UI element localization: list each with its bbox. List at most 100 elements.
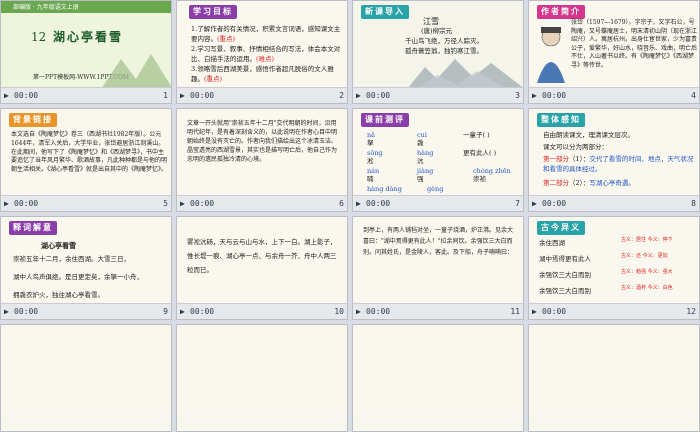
new-meaning: 今义：停下 xyxy=(647,237,673,243)
slide-thumbnail-10[interactable]: 雾凇沆砀，天与云与山与水，上下一白。湖上影子，惟长堤一痕、湖心亭一点、与余舟一芥… xyxy=(176,216,348,320)
play-icon[interactable]: ▶ xyxy=(532,199,537,208)
slide-number: 12 xyxy=(686,307,696,316)
slide-timing: 00:00 xyxy=(190,91,215,100)
play-icon[interactable]: ▶ xyxy=(356,91,361,100)
ink-mountain-decoration xyxy=(101,54,171,89)
slide-number: 5 xyxy=(163,199,168,208)
slide-thumbnail-16[interactable] xyxy=(528,324,700,432)
objective-2: 2.学习写景、叙事、抒情相结合的写法，体会本文对比、白描手法的运用。(难点) xyxy=(191,45,341,64)
slide-thumbnail-7[interactable]: 课前测评 nǎ 拏 cuì 毳 sōng 淞 hàng 沆 nán 喃 jiàn… xyxy=(352,108,524,212)
row-3-text: 余强饮三大白而别 xyxy=(539,271,591,279)
slide-footer: ▶ 00:00 2 xyxy=(177,87,347,103)
passage-text: 到亭上，有两人铺毡对坐，一童子烧酒，炉正沸。见余大喜曰："湖中焉得更有此人！"拉… xyxy=(363,227,514,256)
objective-3: 3.领略雪后西湖美景，感悟作者超凡脱俗的文人雅趣。(重点) xyxy=(191,65,341,84)
slide-canvas: 释词解意 湖心亭看雪 崇祯五年十二月，余住西湖。大雪三日， 湖中人鸟声俱绝。是日… xyxy=(1,217,171,305)
char-1: 拏 xyxy=(367,139,374,147)
structure-line: 课文可以分为两部分： xyxy=(543,143,608,151)
slide-number: 7 xyxy=(515,199,520,208)
passage-line-2: 湖中人鸟声俱绝。是日更定矣，余拏一小舟， xyxy=(13,273,143,281)
slide-thumbnail-4[interactable]: 作者简介 张岱（1597—1679），字宗子，又字石公，号陶庵，又号蝶庵居士，明… xyxy=(528,0,700,104)
char-2: 毳 xyxy=(417,139,424,147)
section-tag: 课前测评 xyxy=(361,113,409,127)
edition-badge: 部编版 · 九年级语文上册 xyxy=(13,4,79,11)
char-3: 淞 xyxy=(367,157,374,165)
slide-thumbnail-6[interactable]: 文章一开头就用"崇祯五年十二月"交代明朝的时间，沿用明代纪年，是有着深刻含义的，… xyxy=(176,108,348,212)
play-icon[interactable]: ▶ xyxy=(532,307,537,316)
passage-title: 湖心亭看雪 xyxy=(41,241,76,250)
slide-canvas xyxy=(529,325,699,413)
instruction-line: 自由朗读课文，理清课文层次。 xyxy=(543,131,634,139)
play-icon[interactable]: ▶ xyxy=(4,199,9,208)
slide-thumbnail-1[interactable]: 部编版 · 九年级语文上册 12 湖心亭看雪 第一PPT模板网-WWW.1PPT… xyxy=(0,0,172,104)
slide-thumbnail-2[interactable]: 学习目标 1.了解作者的有关情况，积累文言词语，感知课文主要内容。(重点) 2.… xyxy=(176,0,348,104)
slide-footer: ▶ 00:00 9 xyxy=(1,303,171,319)
play-icon[interactable]: ▶ xyxy=(180,307,185,316)
new-meaning: 今义：白色 xyxy=(647,285,673,291)
slide-canvas: 文章一开头就用"崇祯五年十二月"交代明朝的时间，沿用明代纪年，是有着深刻含义的，… xyxy=(177,109,347,197)
slide-thumbnail-14[interactable] xyxy=(176,324,348,432)
play-icon[interactable]: ▶ xyxy=(4,91,9,100)
row-4-meaning: 古义：酒杯 今义：白色 xyxy=(621,285,673,292)
section-tag: 整体感知 xyxy=(537,113,585,127)
play-icon[interactable]: ▶ xyxy=(356,307,361,316)
play-icon[interactable]: ▶ xyxy=(180,91,185,100)
slide-footer: ▶ 00:00 10 xyxy=(177,303,347,319)
char-7: 崇祯 xyxy=(473,175,486,183)
char-5: 喃 xyxy=(367,175,374,183)
slide-canvas: 新课导入 江雪 (唐)柳宗元 千山鸟飞绝，万径人踪灭。 孤舟蓑笠翁，独钓寒江雪。 xyxy=(353,1,523,89)
lesson-title: 湖心亭看雪 xyxy=(53,30,124,44)
slide-canvas: 部编版 · 九年级语文上册 12 湖心亭看雪 第一PPT模板网-WWW.1PPT… xyxy=(1,1,171,89)
exercise-1: 一童子( ) xyxy=(463,131,490,139)
slide-timing: 00:00 xyxy=(190,199,215,208)
slide-footer: ▶ 00:00 11 xyxy=(353,303,523,319)
slide-thumbnail-3[interactable]: 新课导入 江雪 (唐)柳宗元 千山鸟飞绝，万径人踪灭。 孤舟蓑笠翁，独钓寒江雪。… xyxy=(352,0,524,104)
slide-thumbnail-12[interactable]: 古今异义 余住西湖 古义：居住 今义：停下 湖中焉得更有此人 古义：还 今义：更… xyxy=(528,216,700,320)
slide-number: 4 xyxy=(691,91,696,100)
slide-canvas: 整体感知 自由朗读课文，理清课文层次。 课文可以分为两部分： 第一部分（1）：交… xyxy=(529,109,699,197)
slide-number: 8 xyxy=(691,199,696,208)
pinyin-9: gèng xyxy=(427,185,444,193)
analysis-text: 文章一开头就用"崇祯五年十二月"交代明朝的时间，沿用明代纪年，是有着深刻含义的，… xyxy=(187,120,338,163)
slide-footer: ▶ 00:00 5 xyxy=(1,195,171,211)
slide-number: 1 xyxy=(163,91,168,100)
passage-line-1: 崇祯五年十二月，余住西湖。大雪三日， xyxy=(13,255,130,263)
part-2-range: （2）： xyxy=(569,179,590,187)
slide-canvas: 古今异义 余住西湖 古义：居住 今义：停下 湖中焉得更有此人 古义：还 今义：更… xyxy=(529,217,699,305)
play-icon[interactable]: ▶ xyxy=(356,199,361,208)
slide-footer: ▶ 00:00 3 xyxy=(353,87,523,103)
section-tag: 新课导入 xyxy=(361,5,409,19)
objective-note: (重点) xyxy=(204,74,223,83)
slide-thumbnail-11[interactable]: 到亭上，有两人铺毡对坐，一童子烧酒，炉正沸。见余大喜曰："湖中焉得更有此人！"拉… xyxy=(352,216,524,320)
part-1: 第一部分（1）：交代了看雪的时间、地点，天气状况和看雪的具体经过。 xyxy=(543,155,695,174)
slide-footer: ▶ 00:00 6 xyxy=(177,195,347,211)
slide-thumbnail-8[interactable]: 整体感知 自由朗读课文，理清课文层次。 课文可以分为两部分： 第一部分（1）：交… xyxy=(528,108,700,212)
slide-timing: 00:00 xyxy=(190,307,215,316)
poem-author: (唐)柳宗元 xyxy=(421,27,453,35)
slide-thumbnail-9[interactable]: 释词解意 湖心亭看雪 崇祯五年十二月，余住西湖。大雪三日， 湖中人鸟声俱绝。是日… xyxy=(0,216,172,320)
part-1-range: （1）： xyxy=(569,155,590,163)
part-1-label: 第一部分 xyxy=(543,155,569,163)
play-icon[interactable]: ▶ xyxy=(532,91,537,100)
slide-thumbnail-13[interactable] xyxy=(0,324,172,432)
row-1-meaning: 古义：居住 今义：停下 xyxy=(621,237,673,244)
row-4-text: 余强饮三大白而别 xyxy=(539,287,591,295)
play-icon[interactable]: ▶ xyxy=(180,199,185,208)
slide-footer: ▶ 00:00 7 xyxy=(353,195,523,211)
old-meaning: 古义：勉强 xyxy=(621,269,647,275)
section-tag: 作者简介 xyxy=(537,5,585,19)
play-icon[interactable]: ▶ xyxy=(4,307,9,316)
slide-number: 11 xyxy=(510,307,520,316)
poem-title: 江雪 xyxy=(423,17,439,26)
row-2-meaning: 古义：还 今义：更加 xyxy=(621,253,668,260)
slide-timing: 00:00 xyxy=(14,307,39,316)
section-tag: 古今异义 xyxy=(537,221,585,235)
slide-canvas: 背景链接 本文选自《陶庵梦忆》卷三（西湖书社1982年版）。公元1644年，清军… xyxy=(1,109,171,197)
char-6: 强 xyxy=(417,175,424,183)
slide-number: 3 xyxy=(515,91,520,100)
new-meaning: 今义：强大 xyxy=(647,269,673,275)
slide-footer: ▶ 00:00 12 xyxy=(529,303,699,319)
slide-thumbnail-5[interactable]: 背景链接 本文选自《陶庵梦忆》卷三（西湖书社1982年版）。公元1644年，清军… xyxy=(0,108,172,212)
objective-text: 1.了解作者的有关情况，积累文言词语，感知课文主要内容。 xyxy=(191,25,341,43)
slide-thumbnail-15[interactable] xyxy=(352,324,524,432)
slide-canvas: 作者简介 张岱（1597—1679），字宗子，又字石公，号陶庵，又号蝶庵居士，明… xyxy=(529,1,699,89)
